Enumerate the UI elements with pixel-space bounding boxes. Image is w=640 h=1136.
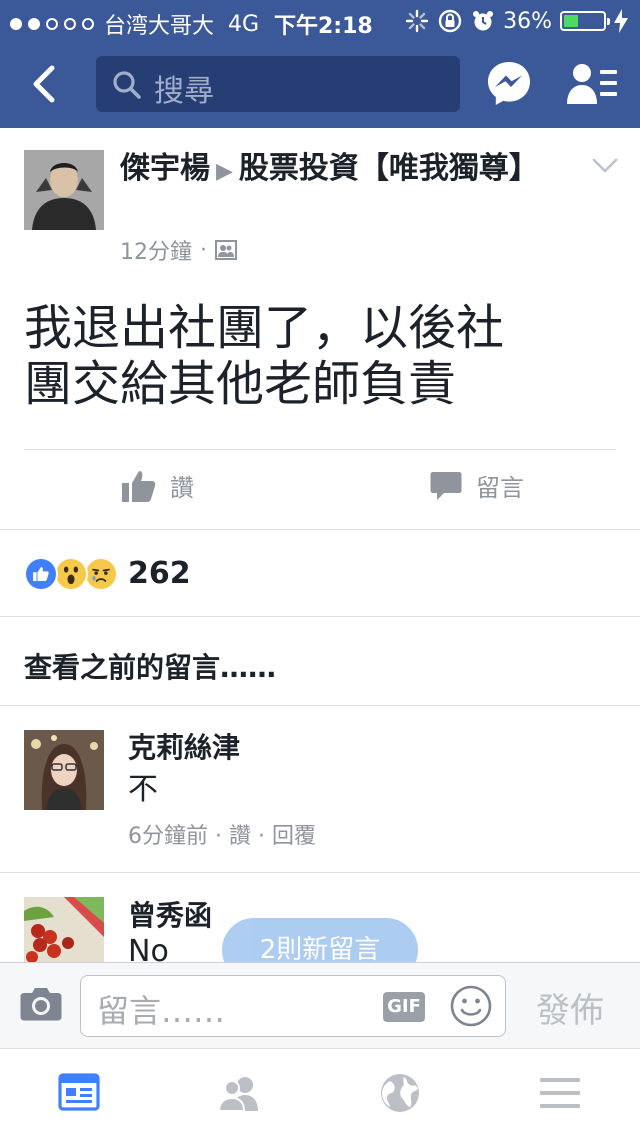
status-bar: 台湾大哥大 4G 下午2:18 36% [0,6,640,39]
news-feed-tab-icon[interactable] [58,1073,102,1113]
battery-icon [560,11,610,31]
comment-text: 不 [128,772,158,807]
loading-spinner-icon [405,9,429,33]
back-chevron-icon[interactable] [26,64,66,104]
post-title: 傑宇楊 ▶ 股票投資【唯我獨尊】 [120,150,550,191]
search-icon [113,71,141,99]
camera-icon[interactable] [20,987,62,1021]
notifications-globe-tab-icon[interactable] [378,1073,422,1113]
status-right: 36% [405,8,628,34]
commenter-photo [24,730,104,810]
like-button[interactable]: 讚 [122,468,194,503]
battery-level-fill [564,15,578,27]
comment-time: 6分鐘前 [128,824,208,849]
like-icon [24,556,58,591]
comment-input[interactable]: 留言…… GIF [80,975,506,1037]
carrier-name: 台湾大哥大 [104,14,215,39]
signal-dot-icon [28,18,40,30]
divider [0,529,640,530]
groups-tab-icon[interactable] [218,1073,262,1113]
post-group-name[interactable]: 股票投資【唯我獨尊】 [239,151,539,186]
comment-bubble-icon [430,471,462,500]
rotation-lock-icon [438,9,462,33]
like-label: 讚 [170,474,194,502]
publish-button[interactable]: 發佈 [536,983,604,1032]
comment-meta: 6分鐘前 · 讚 · 回覆 [128,818,316,850]
menu-tab-icon[interactable] [538,1073,582,1113]
divider [0,705,640,706]
thumbs-up-icon [122,470,156,502]
wow-icon [54,556,88,591]
commenter-name[interactable]: 克莉絲津 [128,726,240,766]
divider [0,616,640,617]
comment-button[interactable]: 留言 [430,468,524,503]
clock: 下午2:18 [274,14,373,39]
author-photo [24,150,104,230]
group-audience-icon [215,240,237,260]
signal-dot-icon [64,18,76,30]
charging-bolt-icon [614,9,628,33]
post-body-line: 團交給其他老師負責 [24,356,457,412]
commenter-name[interactable]: 曾秀函 [128,894,212,934]
view-previous-comments-link[interactable]: 查看之前的留言…… [24,646,276,686]
signal-dot-icon [82,18,94,30]
post-time: 12分鐘 [120,240,192,265]
friend-requests-icon[interactable] [566,62,618,106]
post-meta: 12分鐘 · [120,234,237,266]
battery-percent: 36% [503,8,552,34]
messenger-icon[interactable] [486,60,532,106]
search-input[interactable]: 搜尋 [96,56,460,112]
network-type: 4G [228,11,260,37]
signal-dot-icon [46,18,58,30]
reactions-summary[interactable]: 262 [24,556,191,591]
commenter-avatar[interactable] [24,897,104,962]
post-author-name[interactable]: 傑宇楊 [120,151,210,186]
reaction-count: 262 [128,556,191,591]
alarm-icon [473,11,494,31]
status-left: 台湾大哥大 4G [10,8,259,40]
search-placeholder: 搜尋 [154,74,214,109]
sad-icon [84,556,118,591]
top-nav-bar: 台湾大哥大 4G 下午2:18 36% 搜尋 [0,0,640,128]
post-body-line: 我退出社團了，以後社 [24,300,505,356]
gif-button[interactable]: GIF [383,992,425,1022]
meta-separator: · [258,824,266,849]
emoji-icon[interactable] [449,984,493,1028]
battery-nub [607,18,610,25]
signal-dot-icon [10,18,22,30]
comment-placeholder: 留言…… [97,992,226,1030]
app-root: 台湾大哥大 4G 下午2:18 36% 搜尋 傑宇楊 ▶ 股票投資【唯我獨尊】 … [0,0,640,1136]
commenter-avatar[interactable] [24,730,104,810]
comment-like-link[interactable]: 讚 [229,824,251,849]
divider [0,872,640,873]
post-author-avatar[interactable] [24,150,104,230]
meta-separator: · [200,237,207,263]
comment-label: 留言 [476,474,524,502]
commenter-photo [24,897,104,962]
comment-reply-link[interactable]: 回覆 [272,824,316,849]
share-arrow: ▶ [216,159,233,184]
meta-separator: · [215,824,222,849]
post-body: 我退出社團了，以後社 團交給其他老師負責 [24,300,624,412]
chevron-down-icon[interactable] [592,158,618,174]
comment-composer: 留言…… GIF 發佈 [0,962,640,1048]
divider [24,449,616,450]
bottom-tab-bar [0,1048,640,1136]
